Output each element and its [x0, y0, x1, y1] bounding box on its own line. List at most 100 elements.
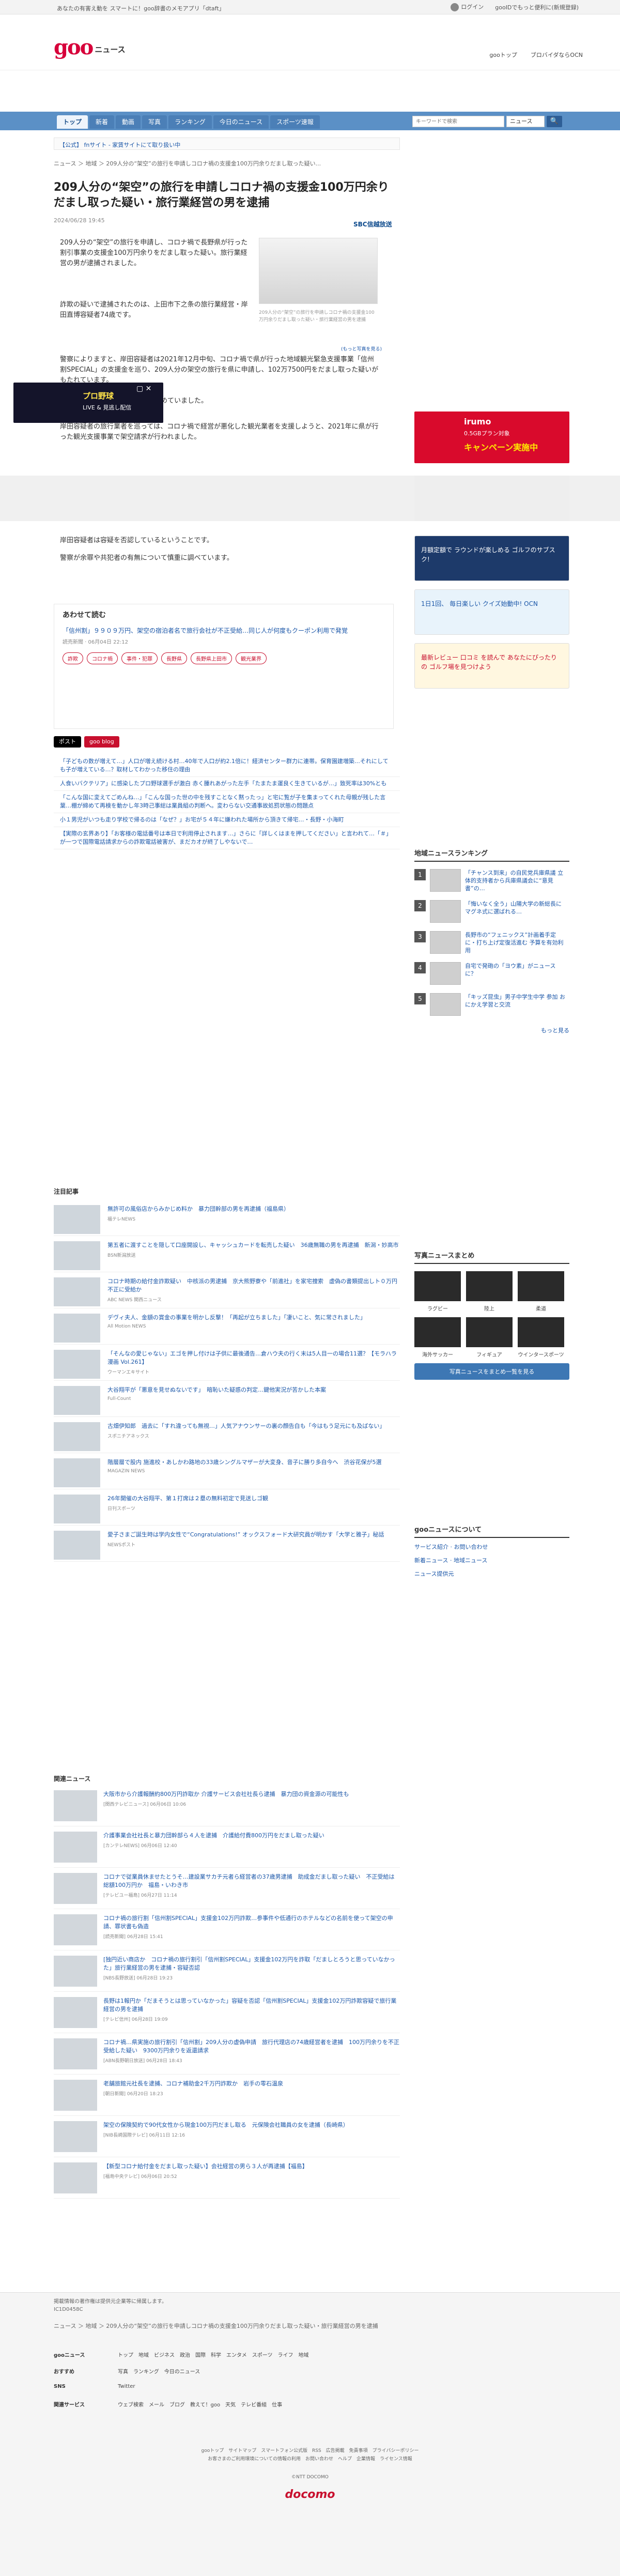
tag[interactable]: 長野県	[161, 652, 187, 664]
list-item[interactable]: 老舗旅館元社長を逮捕、コロナ補助金2千万円詐欺か 岩手の零石温泉 [朝日新聞] 0…	[54, 2075, 400, 2116]
gooid-register-link[interactable]: gooIDでもっと便利に(新規登録)	[495, 3, 579, 11]
goo-news-logo[interactable]: goo ニュース	[54, 35, 126, 59]
list-item[interactable]: コロナ禍…県実施の旅行割引「信州割」209人分の虚偽申請 旅行代理店の74歳経営…	[54, 2033, 400, 2075]
tag[interactable]: 詐欺	[63, 652, 83, 664]
pr-bar[interactable]: 【公式】 fnサイト - 家賃サイトにて取り扱い中	[54, 138, 400, 150]
footer-breadcrumb[interactable]: ニュース ＞ 地域 ＞ 209人分の“架空”の旅行を申請しコロナ禍の支援金100…	[54, 2322, 378, 2330]
list-item[interactable]: 「こんな国に変えてごめんね…」「こんな国った世の中を残すことなく黙ったっ」と宅に…	[54, 791, 400, 813]
service-link[interactable]: サービス紹介 · お問い合わせ	[414, 1543, 569, 1551]
list-item[interactable]: 【実際の玄界あり】「お客様の電話番号は本日で利用停止されます…」さらに「詳しくは…	[54, 827, 400, 849]
ranking-title[interactable]: 自宅で発砲の「ヨウ素」がニュースに？	[465, 962, 566, 986]
ranking-thumbnail	[430, 869, 461, 892]
ranking-item[interactable]: 2 「悔いなく全う」山陽大学の新総長に マグネ式に選ばれる…	[414, 900, 569, 924]
more-photos-link[interactable]: (もっと写真を見る)	[341, 345, 382, 352]
ocn-link[interactable]: ブロバイダならOCN	[531, 51, 583, 59]
tab-photo[interactable]: 写真	[142, 115, 167, 129]
service-link[interactable]: 新着ニュース · 地域ニュース	[414, 1557, 569, 1565]
thumbnail	[54, 2038, 97, 2069]
list-item[interactable]: 古畑伊知郎 過去に「すれ違っても無視…」人気アナウンサーの裏の顔告白も「今はもう…	[54, 1417, 400, 1453]
list-item[interactable]: 無許可の風俗店からみかじめ料か 暴力団幹部の男を再逮捕（福島県） 福テレNEWS	[54, 1200, 400, 1236]
article-title: 209人分の“架空”の旅行を申請しコロナ禍の支援金100万円余りだまし取った疑い…	[54, 181, 389, 209]
tab-video[interactable]: 動画	[116, 115, 141, 129]
photo-tile[interactable]: 柔道	[518, 1271, 564, 1312]
list-item[interactable]: 「そんなの愛じゃない」エゴを押し付けは子供に最後通告…倉ハウ夫の行く末は5人目一…	[54, 1345, 400, 1381]
baseball-ad-sub: LIVE & 見逃し配信	[83, 404, 132, 411]
list-item[interactable]: デヴィ夫人、金額の賞金の事業を明かし反撃！「再起が立ちました」「凄いこと、気に常…	[54, 1308, 400, 1345]
tab-new[interactable]: 新着	[89, 115, 115, 129]
source-logo[interactable]: SBC信越放送	[353, 220, 392, 228]
tab-sports[interactable]: スポーツ速報	[270, 115, 320, 129]
ranking-title[interactable]: 「キッズ昆虫」男子中学生中学 参加 おにかえ学習と交流	[465, 993, 566, 1017]
irumo-ad[interactable]: irumo 0.5GBプラン対象 キャンペーン実施中	[414, 411, 569, 463]
related-link[interactable]: 「信州割」９９０９万円、架空の宿泊者名で旅行会社が不正受給…同じ人が何度もクーポ…	[63, 626, 385, 635]
service-link[interactable]: ニュース提供元	[414, 1570, 569, 1578]
attention-heading: 注目記事	[54, 1188, 79, 1195]
news-heading: 関連ニュース	[54, 1775, 91, 1782]
list-item[interactable]: 愛子さまご誕生時は学内女性で“Congratulations!” オックスフォー…	[54, 1526, 400, 1562]
list-item[interactable]: 階層層で股内 施進校・あしかわ路地の33歳シングルマザーが大変身、音子に勝り多自…	[54, 1453, 400, 1489]
tag[interactable]: 事件・犯罪	[121, 652, 158, 664]
list-item[interactable]: 「子どもの数が増えて…」人口が増え続ける村…40年で人口が約2.1倍に！経済セン…	[54, 755, 400, 777]
list-item[interactable]: 介護事業会社社長と暴力団幹部ら４人を逮捕 介護給付費800万円をだまし取った疑い…	[54, 1826, 400, 1868]
ad-close-icon[interactable]: ▢ ✕	[136, 385, 151, 393]
list-item[interactable]: コロナ時期の給付金詐欺疑い 中核派の男逮捕 京大熊野寮や「前進社」を家宅捜索 虚…	[54, 1272, 400, 1308]
photo-tile[interactable]: 陸上	[466, 1271, 513, 1312]
photo-tile[interactable]: 海外サッカー	[414, 1317, 461, 1358]
login-link[interactable]: ログイン	[451, 3, 484, 11]
irumo-ad-brand: irumo	[464, 417, 491, 426]
list-item[interactable]: コロナで従業員休ませたとうそ…建設業サカチ元者ら経営者の37歳男逮捕 助成金だま…	[54, 1868, 400, 1909]
tab-ranking[interactable]: ランキング	[168, 115, 212, 129]
ranking-item[interactable]: 5 「キッズ昆虫」男子中学生中学 参加 おにかえ学習と交流	[414, 993, 569, 1017]
search-button[interactable]: 🔍	[547, 116, 562, 127]
goo-blog-button[interactable]: goo blog	[84, 736, 119, 748]
list-item[interactable]: コロナ禍の旅行割「信州割SPECIAL」支援金102万円詐欺…参事件や低通行のホ…	[54, 1909, 400, 1950]
x-post-button[interactable]: ポスト	[54, 736, 81, 748]
photo-tile[interactable]: ウインタースポーツ	[518, 1317, 564, 1358]
tag[interactable]: 長野県上田市	[191, 652, 232, 664]
article-paragraph: 詐欺の疑いで逮捕されたのは、上田市下之条の旅行業経営・岸田直博容疑者74歳です。	[60, 301, 248, 319]
ranking-title[interactable]: 「悔いなく全う」山陽大学の新総長に マグネ式に選ばれる…	[465, 900, 566, 924]
breadcrumb[interactable]: ニュース ＞ 地域 ＞ 209人分の“架空”の旅行を申請しコロナ禍の支援金100…	[54, 159, 400, 167]
list-item[interactable]: 【新型コロナ給付金をだまし取った疑い】会社経営の男ら３人が再逮捕【福島】 [福島中…	[54, 2157, 400, 2199]
article-photo[interactable]	[259, 238, 378, 304]
ranking-title[interactable]: 「チャンス到来」の自民党兵庫県議 立体的支持者から兵庫県議会に“意見書”の…	[465, 869, 566, 893]
photo-tile[interactable]: フィギュア	[466, 1317, 513, 1358]
list-item[interactable]: 人食いバクテリア」に感染したプロ野球選手が激白 赤く腫れあがった左手「たまたま運…	[54, 777, 400, 791]
thumbnail	[54, 1241, 100, 1270]
photo-caption: 209人分の“架空”の旅行を申請しコロナ禍の支援金100万円余りだまし取った疑い…	[259, 310, 375, 323]
topbar-promo-link[interactable]: あなたの有害え動を スマートに！goo辞書のメモアプリ「dtaft」	[57, 4, 225, 12]
article-paragraph: 209人分の“架空”の旅行を申請し、コロナ禍で長野県が行った割引事業の支援金10…	[60, 239, 248, 267]
list-item[interactable]: 架空の保険契約で90代女性から現金100万円だまし取る 元保険会社職員の女を逮捕…	[54, 2116, 400, 2157]
tab-top[interactable]: トップ	[57, 115, 88, 129]
ranking-item[interactable]: 3 長野市の“フェニックス”計画着手定に・打ち上げ定復活進む 予算を有効利用	[414, 931, 569, 955]
list-item[interactable]: 第五者に渡すことを隠して口座開設し、キャッシュカードを転売した疑い 36歳無職の…	[54, 1236, 400, 1272]
list-item[interactable]: 大阪市から介護報酬約800万円詐取か 介護サービス会社社長ら逮捕 暴力団の資金源…	[54, 1785, 400, 1826]
photo-thumb	[518, 1271, 564, 1301]
ranking-item[interactable]: 1 「チャンス到来」の自民党兵庫県議 立体的支持者から兵庫県議会に“意見書”の…	[414, 869, 569, 893]
ad-band-banner[interactable]	[414, 476, 569, 521]
ranking-item[interactable]: 4 自宅で発砲の「ヨウ素」がニュースに？	[414, 962, 569, 986]
goo-top-link[interactable]: gooトップ	[489, 51, 517, 59]
tab-today[interactable]: 今日のニュース	[213, 115, 269, 129]
thumbnail	[54, 1531, 100, 1560]
search-scope-select[interactable]: ニュース	[506, 116, 545, 127]
list-item[interactable]: 26年開催の大谷翔平、第１打席は２塁の無料初定で見送しゴ観 日刊スポーツ	[54, 1489, 400, 1526]
list-item[interactable]: 大谷翔平が「悪意を見せぬないです」 暗恥いた疑惑の判定…鍵他実況が苦かした本案 F…	[54, 1381, 400, 1417]
photo-tile[interactable]: ラグビー	[414, 1271, 461, 1312]
article-paragraph: 岸田容疑者の旅行業者を巡っては、コロナ禍で経営が悪化した観光業者を支援しようと、…	[60, 423, 379, 441]
ranking-title[interactable]: 長野市の“フェニックス”計画着手定に・打ち上げ定復活進む 予算を有効利用	[465, 931, 566, 955]
ocn-quiz-banner[interactable]: 1日1回、 毎日楽しい クイズ始動中! OCN	[414, 589, 569, 635]
list-item[interactable]: 小１男児がいつも走り学校で帰るのは「なぜ？」お宅が５４年に嫌われた場所から頂きて…	[54, 813, 400, 827]
docomo-logo[interactable]: docomo	[0, 2488, 620, 2501]
search-input[interactable]	[412, 116, 504, 127]
list-item[interactable]: 長野は1報円か「だまそうとは思っていなかった」容疑を否認「信州割SPECIAL」…	[54, 1992, 400, 2033]
baseball-ad[interactable]: プロ野球 LIVE & 見逃し配信 ▢ ✕	[13, 383, 163, 423]
tag[interactable]: 観光業界	[236, 652, 267, 664]
photo-more-button[interactable]: 写真ニュースをまとめ一覧を見る	[414, 1363, 569, 1380]
ranking-more-link[interactable]: もっと見る	[414, 1026, 569, 1034]
tag[interactable]: コロナ禍	[87, 652, 118, 664]
list-item[interactable]: [独円近い商店か コロナ禍の旅行割引「信州割SPECIAL」支援金102万円を詐…	[54, 1950, 400, 1992]
docomo-golf-banner[interactable]: 月額定額で ラウンドが楽しめる ゴルフのサブスク!	[414, 536, 569, 581]
golf-review-banner[interactable]: 最新レビュー 口コミ を読んで あなたにぴったりの ゴルフ場を見つけよう	[414, 643, 569, 689]
thumbnail	[54, 1495, 100, 1523]
